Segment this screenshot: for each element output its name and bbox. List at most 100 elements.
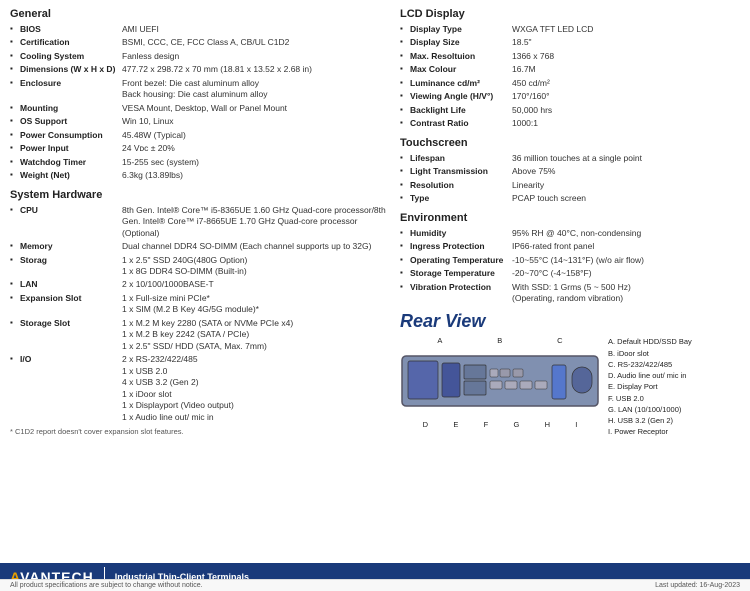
touch-title: Touchscreen (400, 137, 740, 149)
spec-value: Fanless design (120, 50, 390, 63)
spec-value: 477.72 x 298.72 x 70 mm (18.81 x 13.52 x… (120, 63, 390, 76)
spec-value: 1366 x 768 (510, 50, 740, 63)
lcd-title: LCD Display (400, 8, 740, 20)
legend-item: G. LAN (10/100/1000) (608, 404, 692, 415)
spec-label: Storage Slot (10, 317, 120, 353)
spec-value: 15-255 sec (system) (120, 156, 390, 169)
spec-value: BSMI, CCC, CE, FCC Class A, CB/UL C1D2 (120, 36, 390, 49)
spec-label: Lifespan (400, 152, 510, 165)
spec-value: 50,000 hrs (510, 104, 740, 117)
right-column: LCD Display Display TypeWXGA TFT LED LCD… (400, 8, 740, 438)
rear-view-content: A B C (400, 336, 740, 437)
legend-item: C. RS-232/422/485 (608, 359, 692, 370)
spec-label: Mounting (10, 102, 120, 115)
rear-label-bottom: F (484, 420, 489, 429)
spec-label: Backlight Life (400, 104, 510, 117)
spec-value: -20~70°C (-4~158°F) (510, 267, 740, 280)
spec-label: Contrast Ratio (400, 117, 510, 130)
rear-labels-top: A B C (400, 336, 600, 345)
spec-value: Front bezel: Die cast aluminum alloy Bac… (120, 77, 390, 102)
spec-label: Resolution (400, 179, 510, 192)
spec-label: Light Transmission (400, 165, 510, 178)
spec-value: 1 x Full-size mini PCIe* 1 x SIM (M.2 B … (120, 292, 390, 317)
rear-label-bottom: D (423, 420, 428, 429)
spec-label: OS Support (10, 115, 120, 128)
legend-item: B. iDoor slot (608, 348, 692, 359)
spec-value: 16.7M (510, 63, 740, 76)
spec-value: 18.5" (510, 36, 740, 49)
spec-value: WXGA TFT LED LCD (510, 23, 740, 36)
system-specs-table: CPU8th Gen. Intel® Core™ i5-8365UE 1.60 … (10, 204, 390, 424)
legend-item: I. Power Receptor (608, 426, 692, 437)
spec-value: VESA Mount, Desktop, Wall or Panel Mount (120, 102, 390, 115)
spec-value: 2 x 10/100/1000BASE-T (120, 278, 390, 291)
page: General BIOSAMI UEFICertificationBSMI, C… (0, 0, 750, 468)
spec-label: CPU (10, 204, 120, 240)
spec-value: 8th Gen. Intel® Core™ i5-8365UE 1.60 GHz… (120, 204, 390, 240)
spec-label: Power Consumption (10, 129, 120, 142)
spec-label: Luminance cd/m² (400, 77, 510, 90)
spec-value: With SSD: 1 Grms (5 ~ 500 Hz) (Operating… (510, 281, 740, 306)
spec-label: Max Colour (400, 63, 510, 76)
main-content: General BIOSAMI UEFICertificationBSMI, C… (10, 8, 740, 438)
spec-value: Linearity (510, 179, 740, 192)
rear-labels-bottom: DEFGHI (400, 420, 600, 429)
spec-value: 45.48W (Typical) (120, 129, 390, 142)
spec-value: 6.3kg (13.89lbs) (120, 169, 390, 182)
last-updated: Last updated: 16-Aug-2023 (655, 582, 740, 589)
rear-label-top: C (557, 336, 562, 345)
spec-label: Vibration Protection (400, 281, 510, 306)
spec-label: Storag (10, 254, 120, 279)
spec-value: 170°/160° (510, 90, 740, 103)
spec-label: Type (400, 192, 510, 205)
spec-label: Storage Temperature (400, 267, 510, 280)
spec-value: 2 x RS-232/422/485 1 x USB 2.0 4 x USB 3… (120, 353, 390, 424)
rear-label-top: A (437, 336, 442, 345)
spec-label: Certification (10, 36, 120, 49)
spec-label: Dimensions (W x H x D) (10, 63, 120, 76)
spec-value: Above 75% (510, 165, 740, 178)
spec-value: Win 10, Linux (120, 115, 390, 128)
env-title: Environment (400, 212, 740, 224)
spec-label: Display Size (400, 36, 510, 49)
spec-label: Humidity (400, 227, 510, 240)
rear-label-top: B (497, 336, 502, 345)
spec-value: PCAP touch screen (510, 192, 740, 205)
spec-value: 450 cd/m² (510, 77, 740, 90)
rear-panel-svg (400, 346, 600, 416)
rear-label-bottom: E (453, 420, 458, 429)
rear-view-diagram: A B C (400, 336, 600, 429)
spec-label: Memory (10, 240, 120, 253)
general-specs-table: BIOSAMI UEFICertificationBSMI, CCC, CE, … (10, 23, 390, 183)
spec-value: 36 million touches at a single point (510, 152, 740, 165)
env-specs-table: Humidity95% RH @ 40°C, non-condensingIng… (400, 227, 740, 306)
spec-label: Ingress Protection (400, 240, 510, 253)
legend-item: D. Audio line out/ mic in (608, 370, 692, 381)
spec-label: Expansion Slot (10, 292, 120, 317)
spec-value: 24 Vᴅᴄ ± 20% (120, 142, 390, 155)
disclaimer: All product specifications are subject t… (10, 582, 203, 589)
spec-label: BIOS (10, 23, 120, 36)
sub-footer: All product specifications are subject t… (0, 579, 750, 591)
spec-value: 1000:1 (510, 117, 740, 130)
lcd-specs-table: Display TypeWXGA TFT LED LCDDisplay Size… (400, 23, 740, 131)
spec-value: AMI UEFI (120, 23, 390, 36)
spec-value: -10~55°C (14~131°F) (w/o air flow) (510, 254, 740, 267)
left-column: General BIOSAMI UEFICertificationBSMI, C… (10, 8, 390, 438)
spec-value: 1 x 2.5" SSD 240G(480G Option) 1 x 8G DD… (120, 254, 390, 279)
legend-item: H. USB 3.2 (Gen 2) (608, 415, 692, 426)
legend-item: A. Default HDD/SSD Bay (608, 336, 692, 347)
spec-label: I/O (10, 353, 120, 424)
rear-label-bottom: I (575, 420, 577, 429)
footnote: * C1D2 report doesn't cover expansion sl… (10, 427, 390, 436)
spec-value: Dual channel DDR4 SO-DIMM (Each channel … (120, 240, 390, 253)
rear-view-section: Rear View ABC (400, 311, 740, 437)
legend-item: F. USB 2.0 (608, 393, 692, 404)
spec-value: 1 x M.2 M key 2280 (SATA or NVMe PCIe x4… (120, 317, 390, 353)
spec-label: LAN (10, 278, 120, 291)
spec-label: Watchdog Timer (10, 156, 120, 169)
legend-item: E. Display Port (608, 381, 692, 392)
spec-label: Max. Resoltuion (400, 50, 510, 63)
spec-value: 95% RH @ 40°C, non-condensing (510, 227, 740, 240)
general-title: General (10, 8, 390, 20)
